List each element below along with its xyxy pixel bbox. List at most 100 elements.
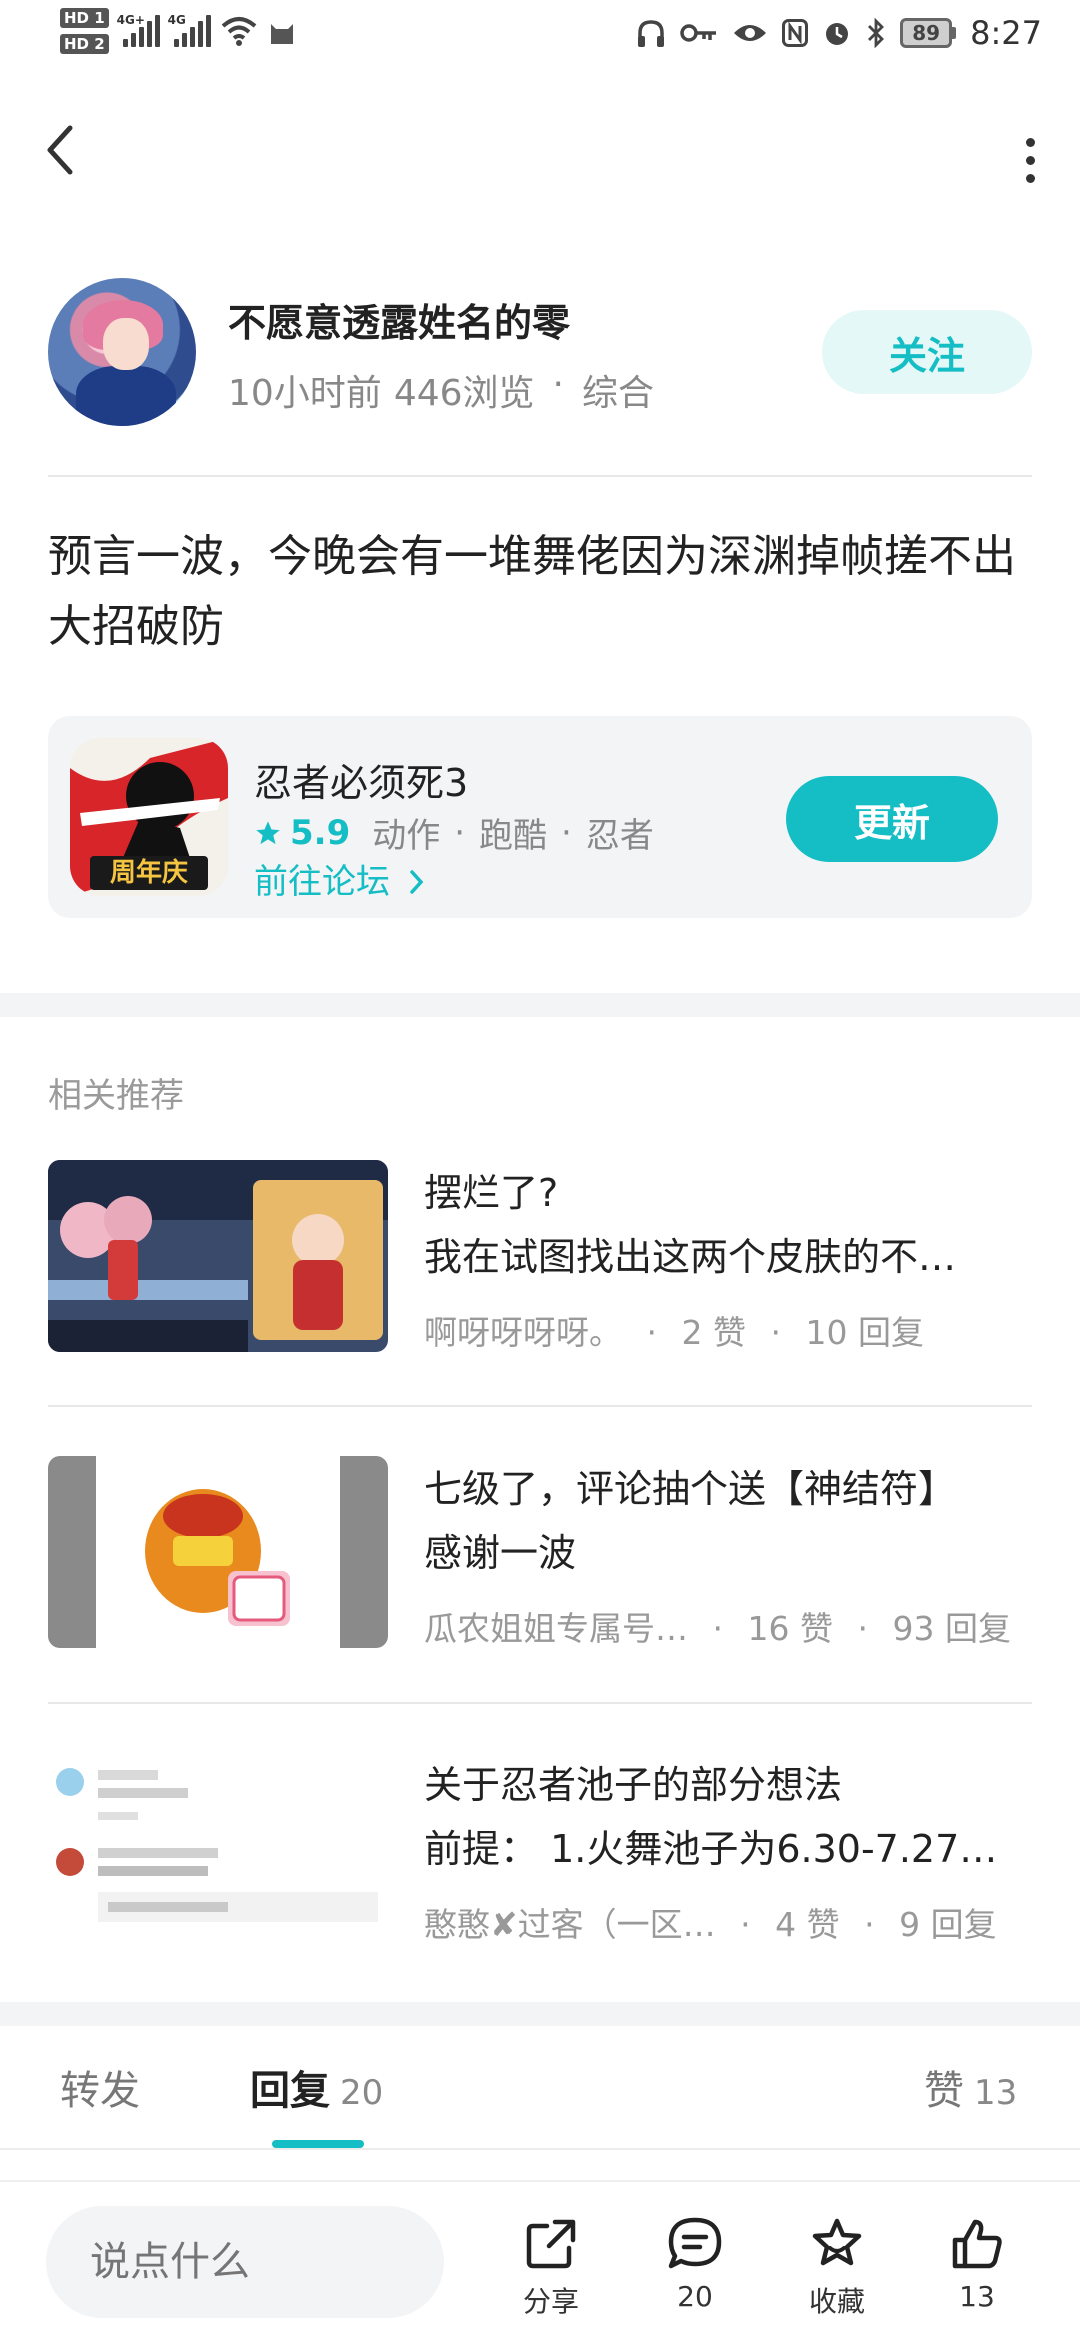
tab-reply-count: 20 [340, 2073, 384, 2113]
tab-reply[interactable]: 回复 20 [250, 2058, 383, 2116]
author-avatar[interactable] [48, 278, 196, 426]
game-tag: 跑酷 [479, 816, 548, 856]
author-name[interactable]: 不愿意透露姓名的零 [228, 292, 570, 347]
related-item-title: 摆烂了? [424, 1171, 559, 1215]
comment-count: 20 [677, 2280, 713, 2313]
game-icon-badge: 周年庆 [110, 857, 188, 888]
forum-link[interactable]: 前往论坛 [254, 854, 427, 903]
cat-icon [270, 24, 293, 44]
game-score: 5.9 [290, 812, 351, 853]
headphones-icon [638, 20, 665, 47]
like-count: 13 [959, 2280, 995, 2313]
related-item[interactable]: 七级了，评论抽个送【神结符】 感谢一波 瓜农姐姐专属号… · 16 赞 · 93… [48, 1456, 1032, 1656]
related-item[interactable]: 关于忍者池子的部分想法 前提： 1.火舞池子为6.30-7.27… 憨憨✘过客（… [48, 1752, 1032, 1952]
more-options-button[interactable] [1010, 125, 1050, 195]
post-views: 446浏览 [393, 373, 535, 414]
tab-forward[interactable]: 转发 [60, 2058, 140, 2116]
section-divider [0, 993, 1080, 1017]
game-card[interactable]: 周年庆 忍者必须死3 5.9 动作 · 跑酷 · 忍者 前往论坛 更新 [48, 716, 1032, 918]
chevron-right-icon [410, 870, 424, 894]
related-item-meta: 啊呀呀呀呀。 · 2 赞 · 10 回复 [424, 1313, 924, 1352]
share-label: 分享 [522, 2285, 579, 2318]
related-item-summary: 前提： 1.火舞池子为6.30-7.27… [424, 1827, 998, 1871]
related-item-replies: 10 回复 [805, 1313, 924, 1352]
tab-indicator [272, 2140, 364, 2148]
related-item-author: 憨憨✘过客（一区… [424, 1905, 716, 1944]
more-dot-icon [1025, 155, 1035, 165]
related-item-likes: 16 赞 [747, 1609, 833, 1648]
signal-icon-2: 4G [168, 13, 211, 47]
thumbs-up-icon [952, 2219, 1002, 2269]
related-item-author: 瓜农姐姐专属号… [424, 1609, 688, 1648]
related-item-meta: 瓜农姐姐专属号… · 16 赞 · 93 回复 [424, 1609, 1011, 1648]
post-time: 10小时前 [228, 373, 382, 414]
tag-separator: · [454, 812, 466, 853]
related-item-title: 关于忍者池子的部分想法 [424, 1763, 843, 1807]
hd2-badge: HD 2 [60, 34, 109, 54]
more-dot-icon [1025, 173, 1035, 183]
game-name: 忍者必须死3 [254, 761, 469, 805]
tab-forward-label: 转发 [60, 2068, 140, 2114]
battery-icon: 89 [900, 18, 957, 48]
post-category: 综合 [581, 373, 654, 414]
star-icon [256, 820, 280, 844]
related-thumbnail [48, 1160, 388, 1352]
share-button[interactable]: 分享 [496, 2216, 606, 2320]
bottom-action-bar: 分享 20 收藏 13 [0, 2180, 1080, 2340]
comment-button[interactable]: 20 [640, 2216, 750, 2313]
game-tag: 忍者 [585, 816, 654, 856]
game-meta: 5.9 动作 · 跑酷 · 忍者 [254, 808, 654, 857]
section-divider [0, 2002, 1080, 2026]
related-thumbnail [48, 1752, 388, 1944]
related-item[interactable]: 摆烂了? 我在试图找出这两个皮肤的不… 啊呀呀呀呀。 · 2 赞 · 10 回复 [48, 1160, 1032, 1360]
alarm-icon [826, 23, 849, 45]
tag-separator: · [561, 812, 572, 853]
key-icon [680, 24, 717, 42]
status-bar: HD 1 HD 2 4G+ 4G 89 8:27 [0, 0, 1080, 72]
related-item-likes: 2 赞 [681, 1313, 747, 1352]
related-item-summary: 感谢一波 [424, 1531, 577, 1575]
comment-icon [668, 2217, 722, 2269]
tab-reply-label: 回复 [250, 2068, 330, 2114]
related-item-title: 七级了，评论抽个送【神结符】 [424, 1467, 957, 1511]
favorite-label: 收藏 [808, 2285, 865, 2318]
divider [48, 475, 1032, 477]
forum-link-label: 前往论坛 [254, 862, 390, 902]
more-dot-icon [1025, 137, 1035, 147]
star-outline-icon [812, 2218, 862, 2266]
tab-like[interactable]: 赞 13 [924, 2058, 1017, 2116]
tab-like-label: 赞 [924, 2068, 964, 2114]
nfc-icon [782, 19, 809, 47]
update-button[interactable]: 更新 [786, 776, 998, 862]
post-content: 预言一波，今晚会有一堆舞佬因为深渊掉帧搓不出大招破防 [48, 531, 1016, 652]
hd1-badge: HD 1 [60, 8, 109, 28]
follow-button[interactable]: 关注 [822, 310, 1032, 394]
signal-icon: 4G+ [117, 13, 160, 47]
related-item-likes: 4 赞 [775, 1905, 840, 1944]
game-icon: 周年庆 [70, 738, 228, 896]
divider [48, 1702, 1032, 1704]
related-item-replies: 9 回复 [899, 1905, 997, 1944]
related-item-replies: 93 回复 [892, 1609, 1011, 1648]
eye-icon [734, 25, 767, 41]
related-item-meta: 憨憨✘过客（一区… · 4 赞 · 9 回复 [424, 1905, 997, 1944]
related-thumbnail [48, 1456, 388, 1648]
meta-separator: · [552, 364, 564, 405]
related-item-author: 啊呀呀呀呀。 [424, 1313, 622, 1352]
back-button[interactable] [40, 120, 90, 190]
tab-like-count: 13 [974, 2073, 1018, 2113]
share-icon [526, 2219, 576, 2269]
wifi-icon [221, 17, 256, 46]
comment-input[interactable] [46, 2206, 444, 2318]
divider [0, 2148, 1080, 2150]
related-section-title: 相关推荐 [48, 1076, 184, 1116]
game-tag: 动作 [372, 816, 441, 856]
like-button[interactable]: 13 [922, 2216, 1032, 2313]
bluetooth-icon [868, 18, 885, 48]
related-item-summary: 我在试图找出这两个皮肤的不… [424, 1235, 957, 1279]
favorite-button[interactable]: 收藏 [782, 2216, 892, 2320]
post-meta: 10小时前 446浏览 · 综合 [228, 364, 654, 416]
divider [48, 1405, 1032, 1407]
clock: 8:27 [970, 14, 1042, 52]
chevron-left-icon [47, 125, 73, 175]
